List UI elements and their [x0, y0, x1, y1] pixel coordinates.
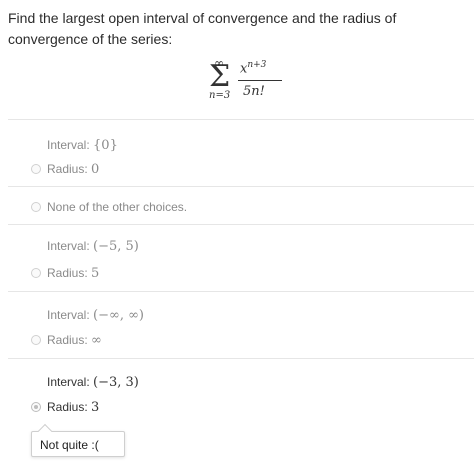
fraction-bar — [238, 80, 282, 81]
choice-5-radio[interactable] — [31, 402, 41, 412]
choice-3-interval: Interval: (−5, 5) — [47, 239, 139, 254]
choice-5-interval: Interval: (−3, 3) — [47, 375, 139, 390]
choice-1-radius[interactable]: Radius: 0 — [47, 162, 99, 177]
divider — [8, 224, 474, 225]
choice-2-label[interactable]: None of the other choices. — [47, 200, 187, 214]
feedback-tooltip: Not quite :( — [31, 431, 125, 457]
fraction-numerator: xn+3 — [240, 60, 267, 77]
fraction-denominator: 5n! — [243, 84, 265, 99]
choice-1-interval: Interval: {0} — [47, 138, 118, 153]
choice-3-radio[interactable] — [31, 268, 41, 278]
choice-3-radius[interactable]: Radius: 5 — [47, 266, 99, 281]
choice-1-radio[interactable] — [31, 164, 41, 174]
divider — [8, 119, 474, 120]
divider — [8, 291, 474, 292]
question-prompt: Find the largest open interval of conver… — [8, 10, 397, 47]
choice-5-radius[interactable]: Radius: 3 — [47, 400, 99, 415]
series-formula: ∞ Σ n=3 xn+3 5n! — [206, 56, 286, 104]
divider — [8, 358, 474, 359]
sum-lower-limit: n=3 — [209, 90, 231, 101]
choice-4-radius[interactable]: Radius: ∞ — [47, 333, 102, 348]
divider — [8, 186, 474, 187]
choice-4-interval: Interval: (−∞, ∞) — [47, 308, 144, 323]
sigma-symbol: Σ — [209, 59, 231, 94]
choice-2-radio[interactable] — [31, 202, 41, 212]
choice-4-radio[interactable] — [31, 335, 41, 345]
